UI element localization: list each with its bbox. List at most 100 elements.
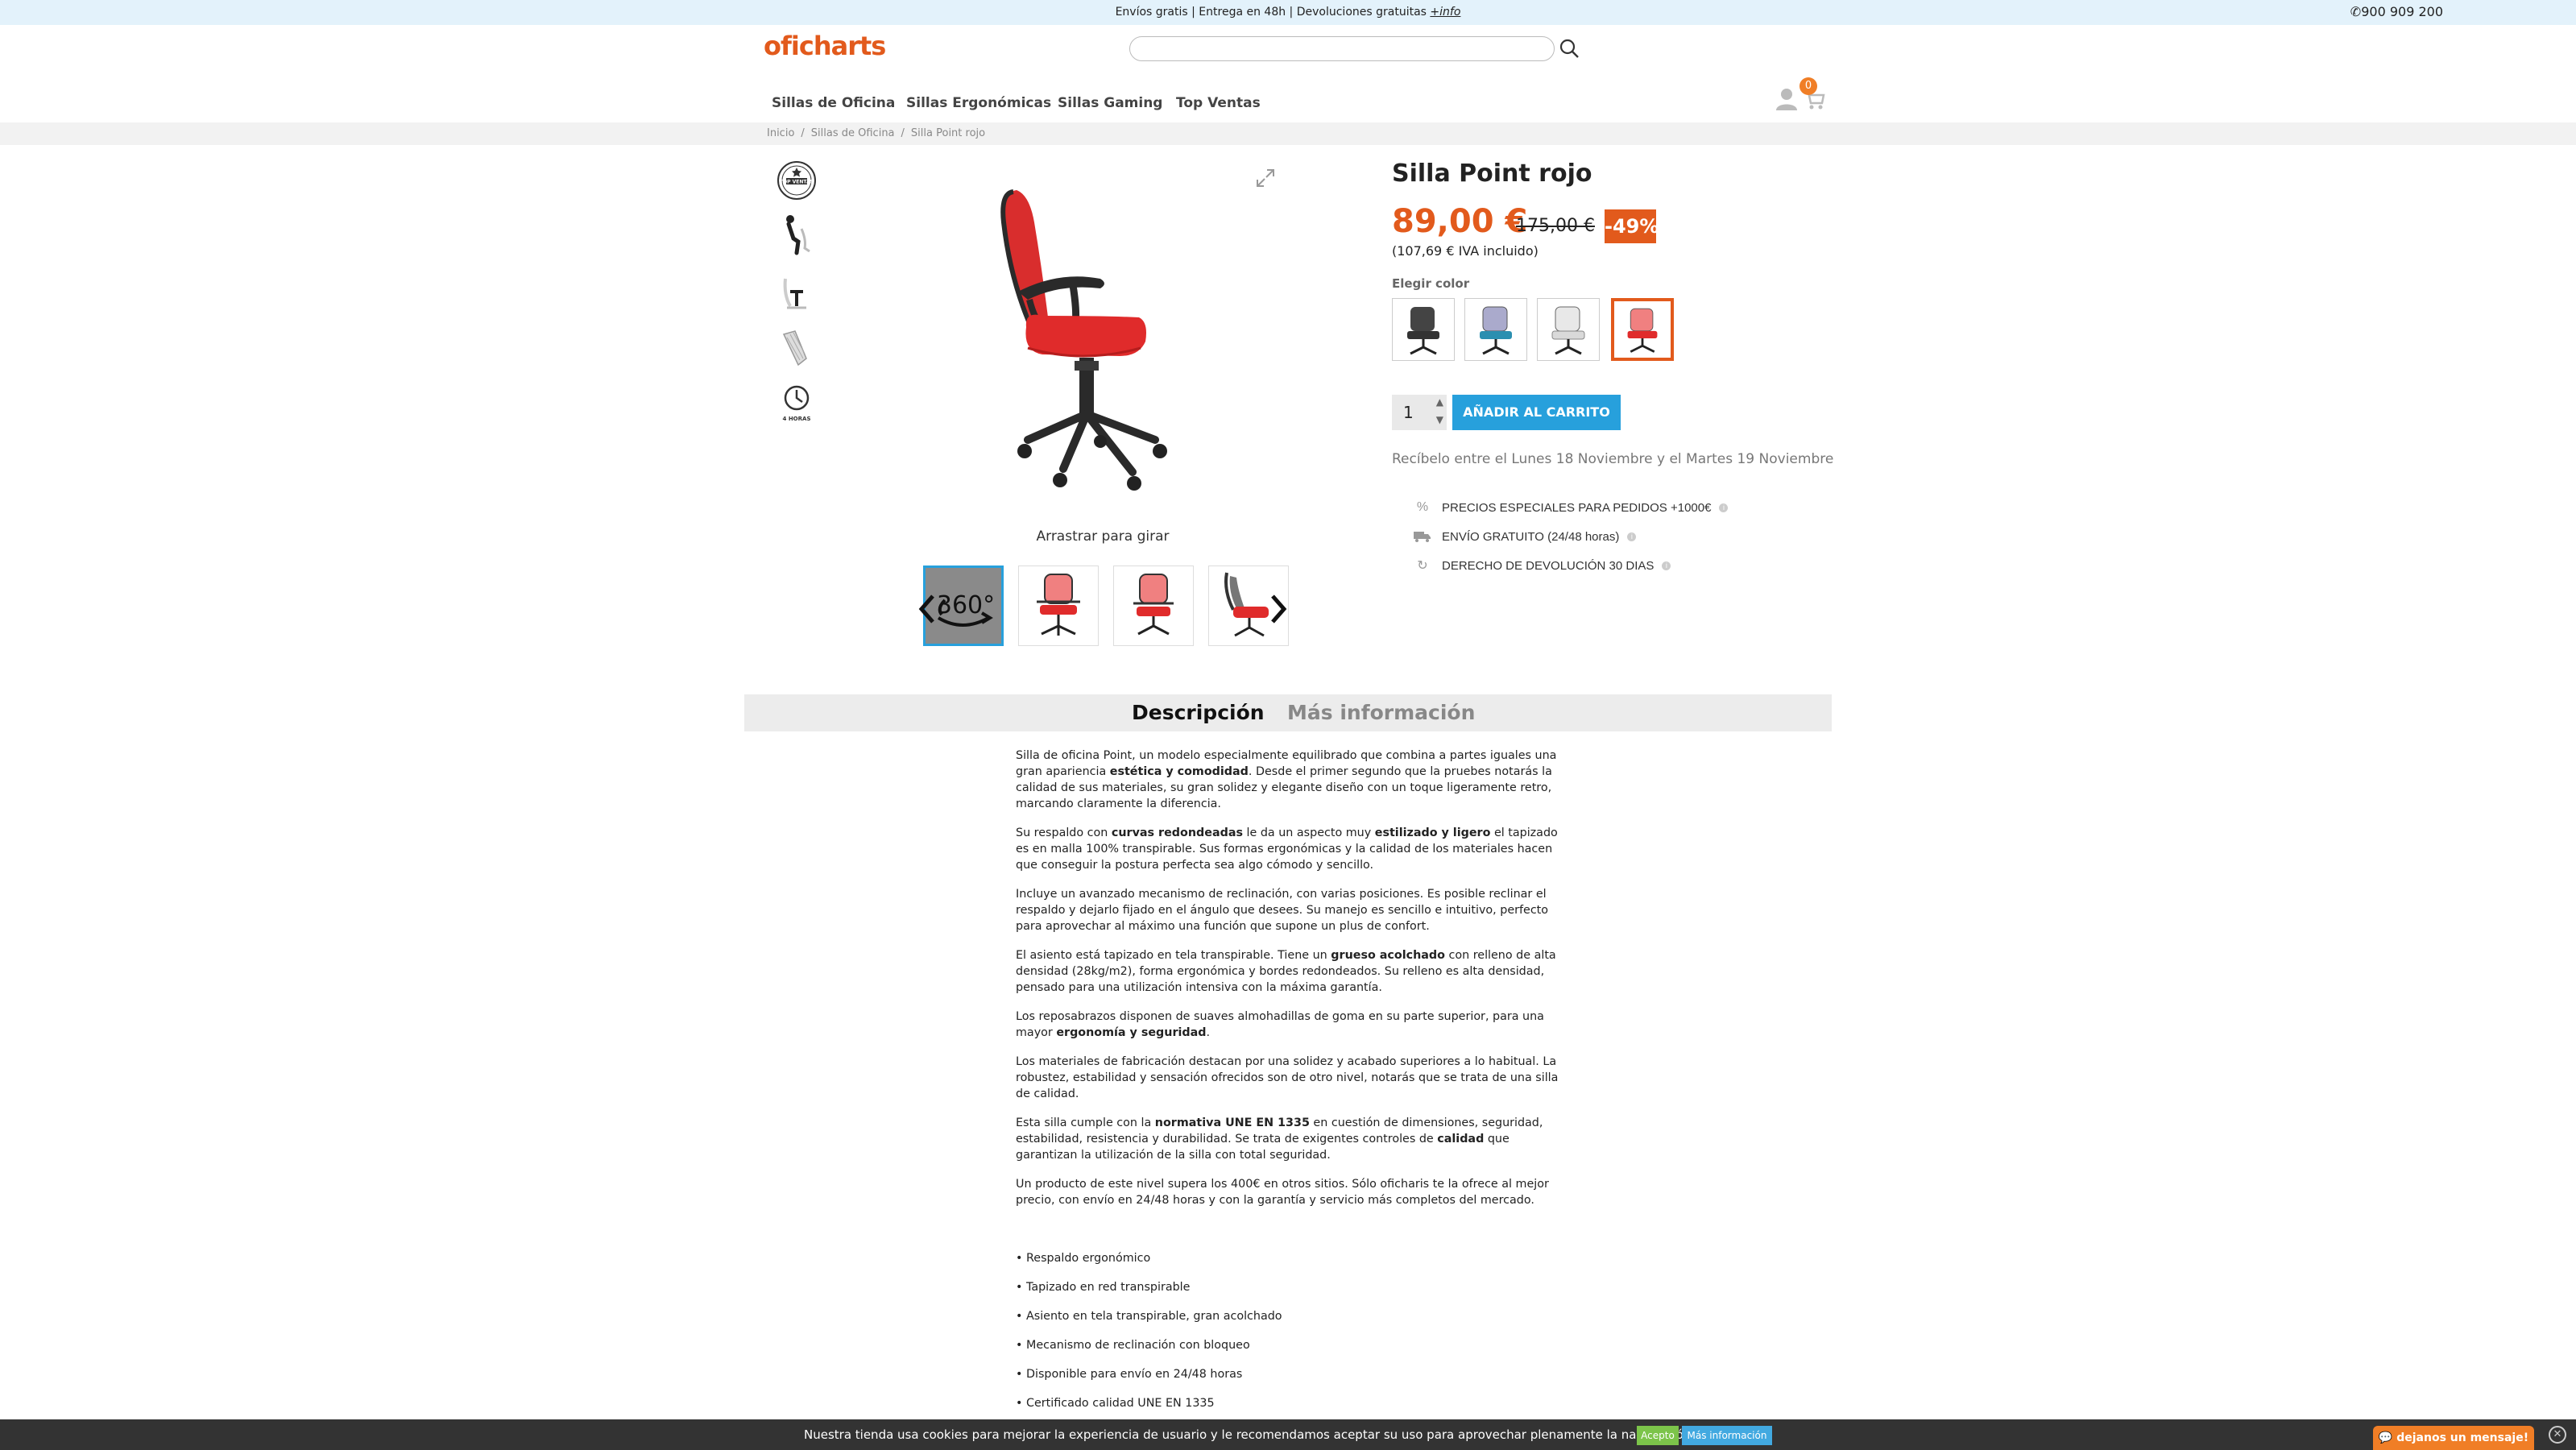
quantity-value[interactable]: 1 xyxy=(1403,403,1414,422)
description-paragraph: Los materiales de fabricación destacan p… xyxy=(1016,1055,1559,1100)
shipping-text: Envíos gratis | Entrega en 48h | Devoluc… xyxy=(1115,6,1427,19)
bullet-item: • Respaldo ergonómico xyxy=(1016,1252,1151,1265)
breadcrumb-separator: / xyxy=(801,127,805,139)
breadcrumb-item-current: Silla Point rojo xyxy=(910,127,986,139)
benefit-label: PRECIOS ESPECIALES PARA PEDIDOS +1000€ xyxy=(1442,500,1712,515)
4-horas-clock-icon: 4 HORAS xyxy=(783,385,811,422)
chat-label: dejanos un mensaje! xyxy=(2396,1431,2529,1444)
mesh-backrest-icon xyxy=(782,330,807,367)
phone-icon: ✆ xyxy=(2350,4,2362,19)
chevron-right-icon xyxy=(1271,594,1287,624)
benefit-free-shipping: ENVÍO GRATUITO (24/48 horas) i xyxy=(1413,528,1637,545)
cookie-accept-button[interactable]: Acepto xyxy=(1637,1426,1679,1445)
feature-mesh-backrest xyxy=(773,325,820,371)
search-input[interactable] xyxy=(1129,36,1555,61)
phone-text: 900 909 200 xyxy=(2361,4,2443,19)
info-icon[interactable]: i xyxy=(1719,503,1729,512)
thumbnails-next-button[interactable] xyxy=(1268,593,1289,625)
tab-descripcion[interactable]: Descripción xyxy=(1132,701,1265,724)
product-price: 89,00 € xyxy=(1392,203,1528,240)
feature-armrest xyxy=(773,271,820,316)
thumbnail-strip: 360° xyxy=(918,564,1289,651)
return-arrows-icon: ↻ xyxy=(1417,559,1428,573)
feature-top-ventas: TOP VENTAS xyxy=(773,158,820,203)
ergonomic-posture-icon xyxy=(786,215,810,255)
site-logo[interactable]: oficharts xyxy=(764,31,886,61)
description-paragraph: Su respaldo con curvas redondeadas le da… xyxy=(1016,826,1558,872)
account-button[interactable] xyxy=(1775,87,1798,111)
truck-icon xyxy=(1413,528,1432,545)
phone-number[interactable]: ✆900 909 200 xyxy=(2350,4,2443,19)
description-paragraph: Los reposabrazos disponen de suaves almo… xyxy=(1016,1010,1544,1039)
color-swatch-white[interactable] xyxy=(1537,298,1600,361)
shipping-info: Envíos gratis | Entrega en 48h | Devoluc… xyxy=(0,6,2576,19)
cookie-text: Nuestra tienda usa cookies para mejorar … xyxy=(804,1427,1696,1442)
cookie-close-icon[interactable]: ✕ xyxy=(2549,1426,2566,1444)
bullet-item: • Asiento en tela transpirable, gran aco… xyxy=(1016,1310,1282,1323)
chair-white-swatch xyxy=(1551,306,1585,355)
color-selector-label: Elegir color xyxy=(1392,276,1470,291)
info-icon[interactable]: i xyxy=(1662,561,1671,570)
chat-button[interactable]: 💬 dejanos un mensaje! xyxy=(2373,1426,2534,1450)
chat-bubble-icon: 💬 xyxy=(2378,1431,2393,1444)
drag-to-rotate-label: Arrastrar para girar xyxy=(1036,528,1170,545)
product-title: Silla Point rojo xyxy=(1392,160,1592,188)
add-to-cart-button[interactable]: AÑADIR AL CARRITO xyxy=(1452,395,1621,430)
chair-front-thumbnail-2 xyxy=(1133,574,1174,636)
hours-text: 4 HORAS xyxy=(783,416,811,422)
top-ventas-badge-icon: TOP VENTAS xyxy=(777,161,816,200)
info-icon[interactable]: i xyxy=(1627,532,1637,541)
breadcrumb-item-sillas-oficina[interactable]: Sillas de Oficina xyxy=(811,127,895,139)
search-button[interactable] xyxy=(1558,37,1580,60)
nav-item-sillas-oficina[interactable]: Sillas de Oficina xyxy=(772,95,895,111)
feature-ergonomic-posture xyxy=(773,213,820,258)
chair-black-swatch xyxy=(1407,307,1439,355)
cookie-more-info-button[interactable]: Más información xyxy=(1682,1426,1772,1445)
bullet-item: • Tapizado en red transpirable xyxy=(1016,1281,1191,1294)
description-paragraph: Esta silla cumple con la normativa UNE E… xyxy=(1016,1116,1543,1162)
product-description: Silla de oficina Point, un modelo especi… xyxy=(1016,748,1563,1221)
product-old-price: 175,00 € xyxy=(1516,216,1595,236)
search-icon xyxy=(1559,39,1579,58)
armrest-t-icon xyxy=(783,278,806,309)
cart-count-badge: 0 xyxy=(1799,77,1817,95)
color-swatch-blue[interactable] xyxy=(1464,298,1527,361)
thumbnail-front[interactable] xyxy=(1018,566,1099,646)
color-swatch-black[interactable] xyxy=(1392,298,1455,361)
chair-red-swatch xyxy=(1627,308,1658,353)
top-info-bar: Envíos gratis | Entrega en 48h | Devoluc… xyxy=(0,0,2576,25)
color-swatch-red[interactable] xyxy=(1611,298,1674,361)
thumbnails-prev-button[interactable] xyxy=(917,593,938,625)
red-chair-side-image xyxy=(921,158,1289,525)
discount-badge: -49% xyxy=(1605,209,1659,243)
chair-blue-swatch xyxy=(1480,306,1512,355)
breadcrumb-item-inicio[interactable]: Inicio xyxy=(767,127,794,139)
quantity-down-icon[interactable]: ▼ xyxy=(1436,414,1443,425)
description-paragraph: Un producto de este nivel supera los 400… xyxy=(1016,1178,1549,1207)
benefit-label: DERECHO DE DEVOLUCIÓN 30 DIAS xyxy=(1442,558,1655,573)
cookie-banner: Nuestra tienda usa cookies para mejorar … xyxy=(0,1419,2576,1450)
bullet-item: • Disponible para envío en 24/48 horas xyxy=(1016,1368,1243,1381)
bullet-item: • Mecanismo de reclinación con bloqueo xyxy=(1016,1339,1250,1352)
chevron-left-icon xyxy=(918,594,934,624)
quantity-up-icon[interactable]: ▲ xyxy=(1436,396,1443,408)
tab-mas-informacion[interactable]: Más información xyxy=(1287,701,1475,724)
fullscreen-button[interactable] xyxy=(1255,168,1276,188)
nav-item-sillas-gaming[interactable]: Sillas Gaming xyxy=(1058,95,1162,111)
thumbnail-front-2[interactable] xyxy=(1113,566,1194,646)
chair-front-thumbnail xyxy=(1037,574,1080,636)
nav-item-top-ventas[interactable]: Top Ventas xyxy=(1176,95,1261,111)
percent-icon: % xyxy=(1416,500,1429,514)
info-link[interactable]: +info xyxy=(1430,6,1460,19)
breadcrumb-bar xyxy=(0,122,2576,145)
price-iva-note: (107,69 € IVA incluido) xyxy=(1392,243,1539,259)
benefit-returns: ↻ DERECHO DE DEVOLUCIÓN 30 DIAS i xyxy=(1413,557,1671,574)
breadcrumb-separator: / xyxy=(901,127,905,139)
delivery-estimate: Recíbelo entre el Lunes 18 Noviembre y e… xyxy=(1392,451,1834,467)
description-paragraph: Silla de oficina Point, un modelo especi… xyxy=(1016,749,1557,810)
feature-bullet-list: • Respaldo ergonómico • Tapizado en red … xyxy=(1016,1250,1563,1424)
product-image-360[interactable] xyxy=(921,158,1289,525)
expand-icon xyxy=(1257,169,1274,187)
quantity-stepper[interactable]: 1 ▲ ▼ xyxy=(1392,395,1447,430)
nav-item-sillas-ergonomicas[interactable]: Sillas Ergonómicas xyxy=(906,95,1051,111)
